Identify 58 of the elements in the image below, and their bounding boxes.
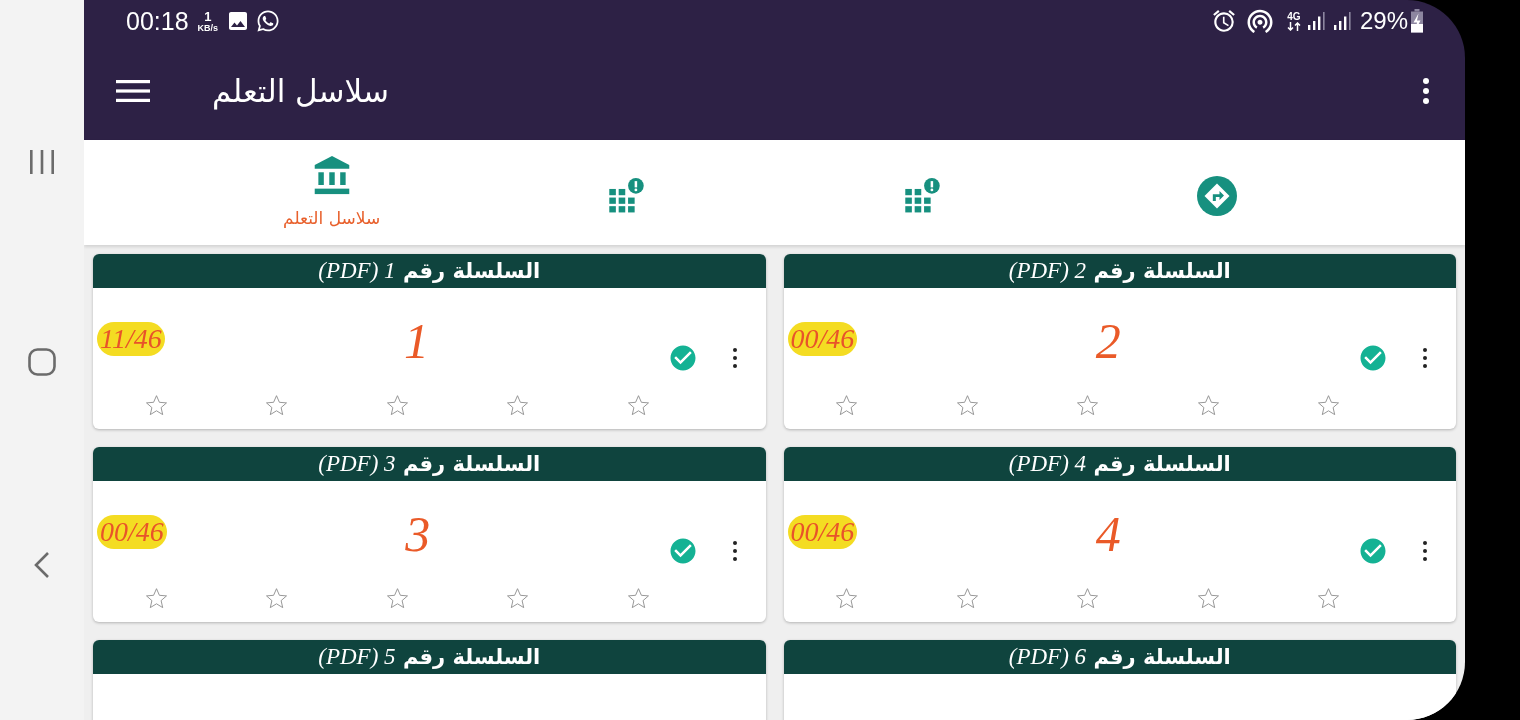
kebab-icon [1423,348,1427,368]
grid-alert-icon [904,177,940,214]
network-type: 4G [1287,11,1301,22]
progress-count: 00/46 [97,515,167,549]
menu-icon [116,79,150,103]
kebab-icon [732,541,737,561]
star-icon [507,395,529,415]
star-icon [1077,395,1099,415]
star-icon [266,395,288,415]
series-number: 2 [1095,313,1121,369]
series-number: 3 [405,506,431,562]
app-title: سلاسل التعلم [212,72,390,112]
progress-count: 00/46 [787,515,858,549]
three-lines-icon [28,148,56,176]
back-button[interactable] [33,551,51,579]
star-icon [266,588,288,608]
progress-count: 11/46 [97,322,165,356]
signal-icon [1332,11,1353,31]
kebab-icon [1423,78,1429,104]
menu-button[interactable] [116,79,150,103]
home-button[interactable] [28,348,56,376]
star-icon [386,395,408,415]
star-icon [1197,588,1219,608]
clock: 00:18 [126,6,189,36]
chevron-left-icon [33,551,51,579]
battery-charging-icon [1410,9,1424,33]
recent-apps-button[interactable] [28,148,56,176]
kebab-icon [732,348,737,368]
net-speed-value: 1 [204,9,212,23]
signal-icon [1306,11,1327,31]
data-arrows-icon [1286,21,1301,31]
star-icon [1318,395,1340,415]
battery-percent: 29% [1359,6,1408,36]
star-icon [386,588,408,608]
grid-alert-icon [609,177,645,214]
star-icon [1318,588,1340,608]
rounded-square-icon [28,348,56,376]
progress-count: 00/46 [787,322,858,356]
star-icon [627,395,649,415]
star-icon [956,588,978,608]
star-icon [627,588,649,608]
series-number: 1 [404,313,430,369]
star-icon [145,588,167,608]
star-icon [1197,395,1219,415]
star-icon [956,395,978,415]
net-speed-unit: KB/s [197,22,219,33]
star-icon [836,395,858,415]
star-icon [836,588,858,608]
direction-sign-icon [1197,175,1238,216]
series-number: 4 [1095,506,1121,562]
tab[interactable]: سلاسل التعلم [184,140,480,245]
kebab-icon [1423,541,1427,561]
star-icon [1077,588,1099,608]
bank-icon [312,155,351,195]
star-icon [507,588,529,608]
phone-bubble-icon [256,9,281,33]
alarm-clock-icon [1210,8,1237,34]
star-icon [145,395,167,415]
